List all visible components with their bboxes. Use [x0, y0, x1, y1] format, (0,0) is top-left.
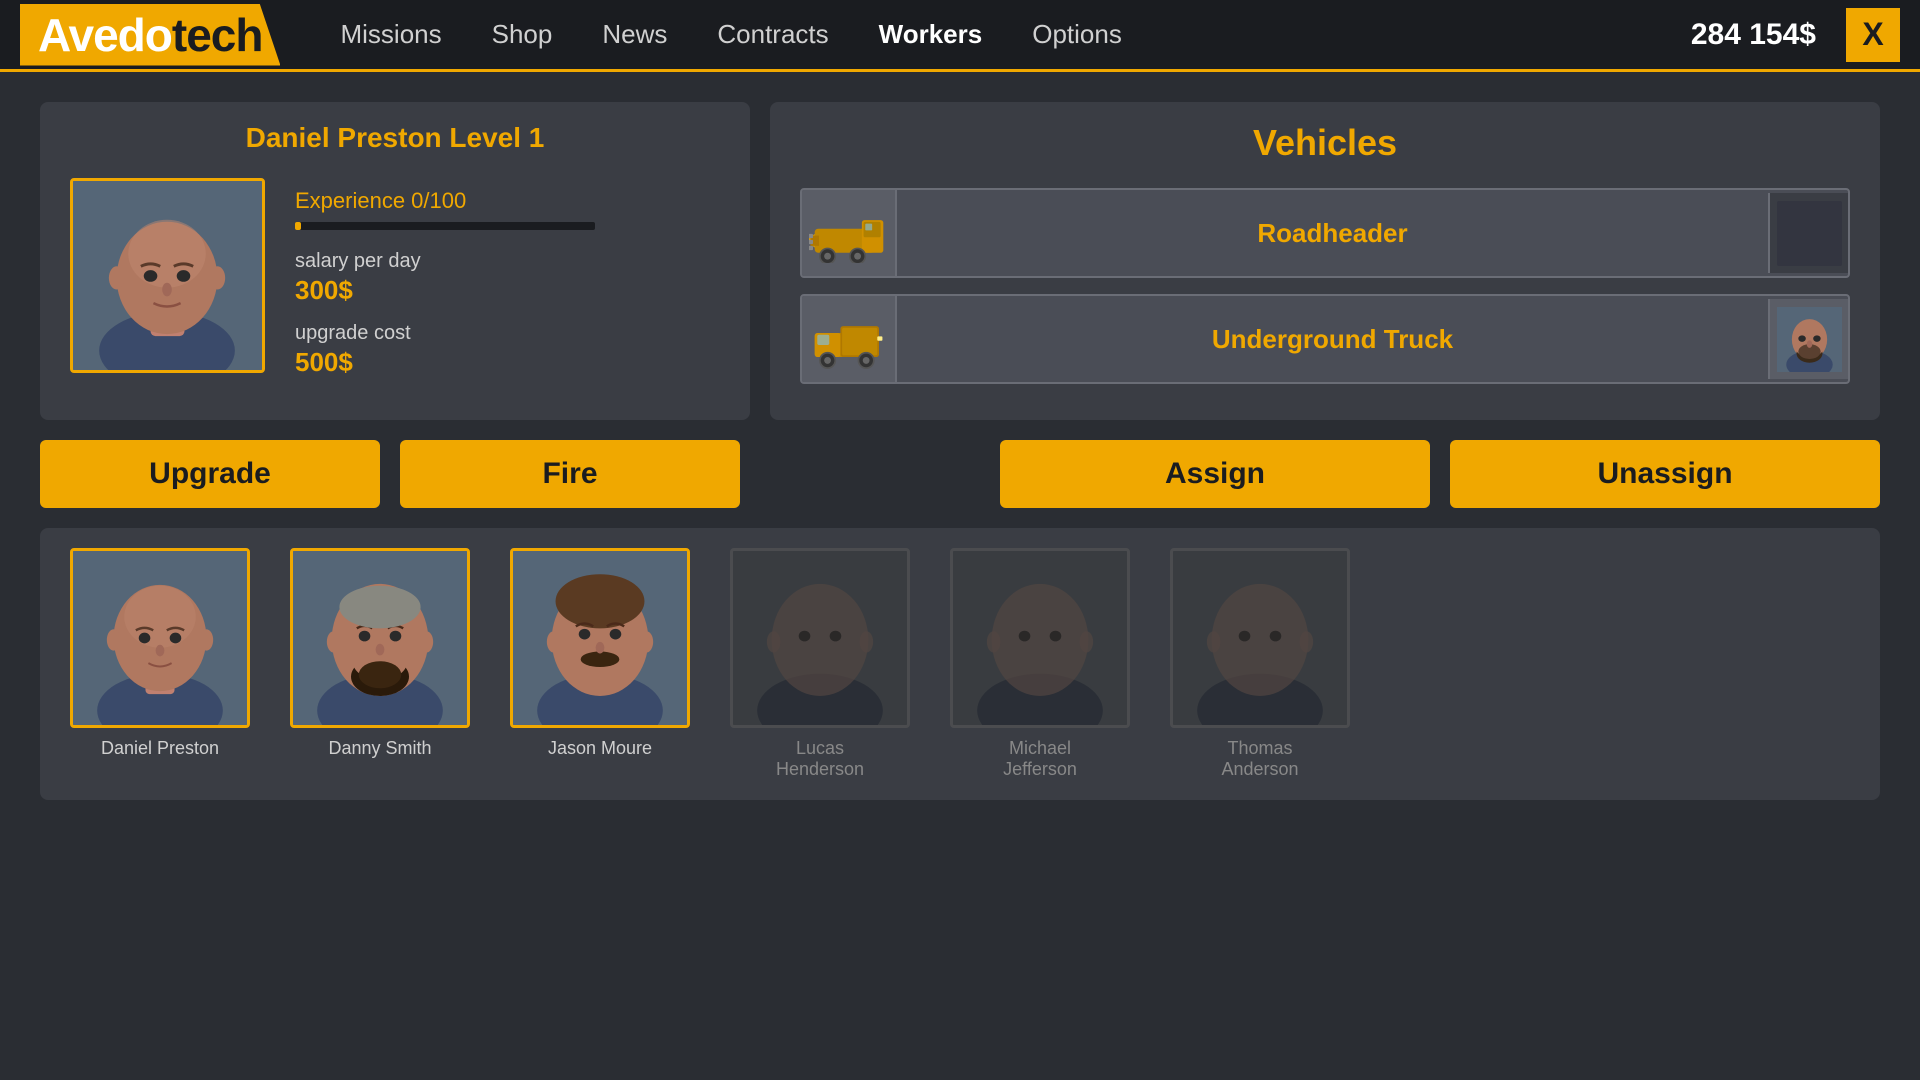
- nav-news[interactable]: News: [602, 19, 667, 50]
- assign-button[interactable]: Assign: [1000, 440, 1430, 508]
- nav-options[interactable]: Options: [1032, 19, 1122, 50]
- nav-shop[interactable]: Shop: [492, 19, 553, 50]
- truck-svg: [809, 309, 889, 369]
- salary-label: salary per day: [295, 250, 720, 273]
- worker-card-lucas[interactable]: LucasHenderson: [730, 548, 910, 780]
- logo-text: Avedotech: [38, 9, 262, 61]
- nav-contracts[interactable]: Contracts: [717, 19, 828, 50]
- vehicles-panel: Vehicles: [770, 102, 1880, 420]
- worker-portrait: [70, 178, 265, 373]
- salary-value: 300$: [295, 275, 720, 306]
- lucas-portrait-svg: [733, 551, 907, 725]
- worker-card-name-daniel: Daniel Preston: [101, 738, 219, 759]
- truck-icon: [802, 294, 897, 384]
- main-content: Daniel Preston Level 1: [0, 72, 1920, 420]
- vehicle-row-underground-truck[interactable]: Underground Truck: [800, 294, 1850, 384]
- upgrade-button[interactable]: Upgrade: [40, 440, 380, 508]
- exp-bar-background: [295, 222, 595, 230]
- upgrade-cost-value: 500$: [295, 347, 720, 378]
- nav-items: Missions Shop News Contracts Workers Opt…: [340, 19, 1690, 50]
- roadheader-worker-slot: [1768, 193, 1848, 273]
- worker-card-portrait-danny: [290, 548, 470, 728]
- worker-card-name-lucas: LucasHenderson: [776, 738, 864, 780]
- worker-title: Daniel Preston Level 1: [70, 122, 720, 154]
- logo: Avedotech: [20, 4, 280, 66]
- topbar: Avedotech Missions Shop News Contracts W…: [0, 0, 1920, 72]
- worker-card-daniel[interactable]: Daniel Preston: [70, 548, 250, 780]
- roadheader-name: Roadheader: [897, 218, 1768, 249]
- truck-worker-slot: [1768, 299, 1848, 379]
- worker-card-portrait-thomas: [1170, 548, 1350, 728]
- worker-card-name-michael: MichaelJefferson: [1003, 738, 1077, 780]
- worker-card-michael[interactable]: MichaelJefferson: [950, 548, 1130, 780]
- thomas-portrait-svg: [1173, 551, 1347, 725]
- worker-card-name-jason: Jason Moure: [548, 738, 652, 759]
- worker-detail-panel: Daniel Preston Level 1: [40, 102, 750, 420]
- michael-portrait-svg: [953, 551, 1127, 725]
- worker-card-portrait-jason: [510, 548, 690, 728]
- jason-portrait-svg: [513, 551, 687, 725]
- worker-info: Experience 0/100 salary per day 300$ upg…: [70, 178, 720, 394]
- empty-slot-icon: [1777, 201, 1842, 266]
- assigned-worker-icon: [1777, 307, 1842, 372]
- worker-list: Daniel Preston: [40, 528, 1880, 800]
- danny-portrait-svg: [293, 551, 467, 725]
- fire-button[interactable]: Fire: [400, 440, 740, 508]
- upgrade-cost-label: upgrade cost: [295, 322, 720, 345]
- nav-workers[interactable]: Workers: [879, 19, 983, 50]
- worker-card-name-thomas: ThomasAnderson: [1221, 738, 1298, 780]
- worker-card-danny[interactable]: Danny Smith: [290, 548, 470, 780]
- worker-card-portrait-michael: [950, 548, 1130, 728]
- vehicles-title: Vehicles: [800, 122, 1850, 164]
- worker-card-thomas[interactable]: ThomasAnderson: [1170, 548, 1350, 780]
- worker-card-portrait-lucas: [730, 548, 910, 728]
- vehicle-row-roadheader[interactable]: Roadheader: [800, 188, 1850, 278]
- balance-display: 284 154$: [1691, 18, 1816, 52]
- nav-missions[interactable]: Missions: [340, 19, 441, 50]
- exp-bar-fill: [295, 222, 301, 230]
- worker-stats: Experience 0/100 salary per day 300$ upg…: [295, 178, 720, 394]
- truck-name: Underground Truck: [897, 324, 1768, 355]
- roadheader-icon: [802, 188, 897, 278]
- exp-label: Experience 0/100: [295, 188, 720, 214]
- action-buttons: Upgrade Fire Assign Unassign: [0, 420, 1920, 528]
- worker-card-name-danny: Danny Smith: [328, 738, 431, 759]
- unassign-button[interactable]: Unassign: [1450, 440, 1880, 508]
- worker-card-portrait-daniel: [70, 548, 250, 728]
- roadheader-svg: [809, 203, 889, 263]
- worker-portrait-svg: [73, 181, 262, 370]
- daniel-portrait-svg: [73, 551, 247, 725]
- worker-card-jason[interactable]: Jason Moure: [510, 548, 690, 780]
- close-button[interactable]: X: [1846, 8, 1900, 62]
